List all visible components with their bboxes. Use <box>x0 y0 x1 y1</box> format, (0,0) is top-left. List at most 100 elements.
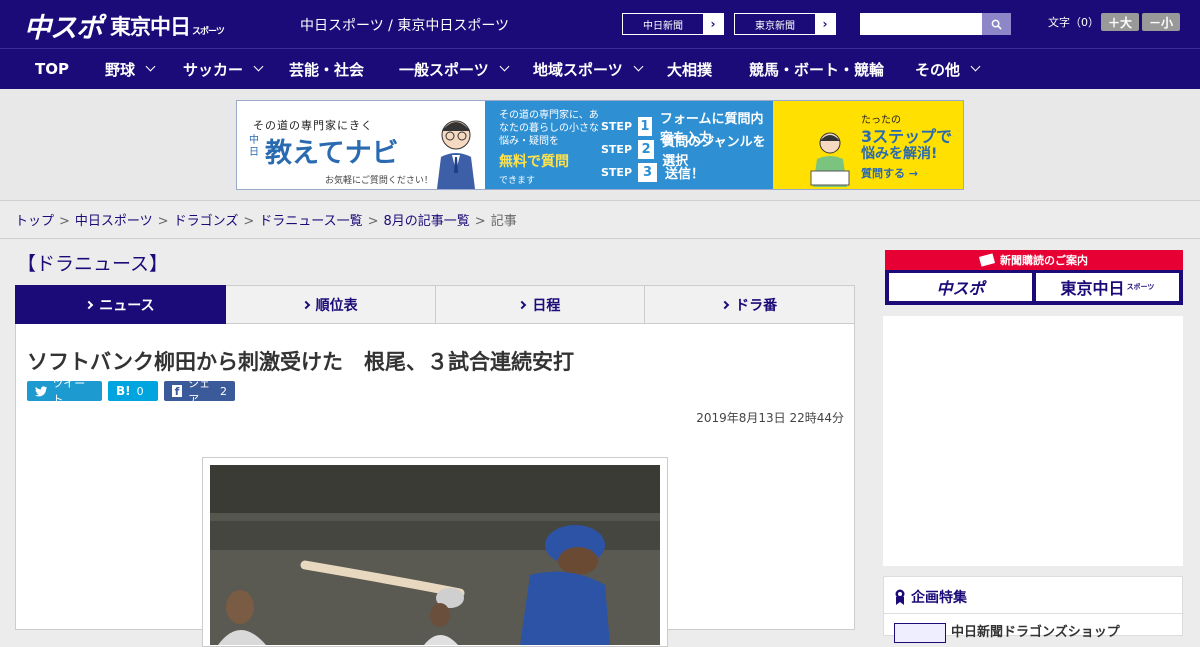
ad-free-label: 無料で質問 <box>499 154 569 170</box>
subscription-header: 新聞購読のご案内 <box>885 250 1183 270</box>
step-number: 1 <box>638 117 652 136</box>
ad-ask-button[interactable]: 質問する → <box>861 165 918 181</box>
ad-chunichi-mark: 中日 <box>249 135 259 158</box>
nav-item-other[interactable]: その他 <box>915 49 981 89</box>
chunichi-shimbun-label: 中日新聞 <box>643 20 683 32</box>
chuspo-logo[interactable]: 中スポ <box>24 6 103 45</box>
nav-label: その他 <box>915 60 961 79</box>
dragons-shop-link[interactable]: 中日新聞ドラゴンズショップ <box>951 621 1120 640</box>
tab-dora-ban[interactable]: ドラ番 <box>645 285 855 324</box>
facebook-icon: f <box>172 385 183 398</box>
tokyo-logo-small: スポーツ <box>192 27 225 37</box>
chevron-right-icon: › <box>703 14 723 34</box>
article-date: 2019年8月13日 22時44分 <box>696 411 844 425</box>
nav-item-top[interactable]: TOP <box>35 49 69 89</box>
nav-item-general-sports[interactable]: 一般スポーツ <box>399 49 510 89</box>
tokyo-shimbun-label: 東京新聞 <box>755 20 795 32</box>
search-button[interactable] <box>982 13 1011 35</box>
feature-box: 企画特集 中日新聞ドラゴンズショップ <box>883 576 1184 643</box>
chuspo-subscribe-link[interactable]: 中スポ <box>889 273 1032 301</box>
breadcrumb-link-dragons[interactable]: ドラゴンズ <box>174 214 239 229</box>
subscription-logos: 中スポ 東京中日 スポーツ <box>889 273 1179 301</box>
feature-heading-label: 企画特集 <box>911 590 967 606</box>
ribbon-icon <box>895 589 905 605</box>
tab-schedule[interactable]: 日程 <box>435 285 646 324</box>
ad-note: お気軽にご質問ください！ <box>325 176 433 186</box>
breadcrumb-separator: > <box>367 214 379 229</box>
nav-label: 地域スポーツ <box>533 60 623 79</box>
nav-label: 競馬・ボート・競輪 <box>749 60 885 79</box>
chevron-right-icon <box>301 300 310 309</box>
breadcrumb-link-top[interactable]: トップ <box>15 214 54 229</box>
tab-label: 日程 <box>532 297 561 314</box>
ad-right-mid: 悩みを解消! <box>861 146 938 162</box>
nav-label: サッカー <box>183 60 244 79</box>
tab-standings[interactable]: 順位表 <box>225 285 436 324</box>
step-number: 2 <box>638 140 655 159</box>
subscription-title: 新聞購読のご案内 <box>1000 254 1088 267</box>
chevron-right-icon: › <box>815 14 835 34</box>
banner-ad-area: その道の専門家にきく 中日 教えてナビ お気軽にご質問ください！ その道の専門家… <box>0 89 1200 201</box>
breadcrumb-separator: > <box>474 214 486 229</box>
nav-item-local-sports[interactable]: 地域スポーツ <box>533 49 644 89</box>
main-nav: TOP 野球 サッカー 芸能・社会 一般スポーツ 地域スポーツ 大相撲 競馬・ボ… <box>0 48 1200 89</box>
newspaper-subscription-box[interactable]: 新聞購読のご案内 中スポ 東京中日 スポーツ <box>885 250 1183 305</box>
nav-label: 大相撲 <box>667 60 713 79</box>
article-header: ソフトバンク柳田から刺激受けた 根尾、３試合連続安打 ツイート B! 0 f シェ… <box>15 324 855 438</box>
tokyo-shimbun-link[interactable]: 東京新聞 › <box>734 13 836 35</box>
breadcrumb-link-august[interactable]: 8月の記事一覧 <box>384 214 470 229</box>
facebook-count: 2 <box>220 384 227 398</box>
breadcrumb-link-dora-news[interactable]: ドラニュース一覧 <box>259 214 362 229</box>
step-label: STEP <box>601 166 633 179</box>
nav-label: 野球 <box>105 60 136 79</box>
chevron-right-icon <box>720 300 730 309</box>
feature-heading: 企画特集 <box>894 587 967 607</box>
sidebar-ad-slot[interactable] <box>883 316 1183 566</box>
nav-label: TOP <box>35 60 69 78</box>
nav-item-sumo[interactable]: 大相撲 <box>667 49 712 89</box>
article-photo[interactable] <box>210 465 660 645</box>
site-tagline: 中日スポーツ / 東京中日スポーツ <box>300 18 510 34</box>
step-text: 送信！ <box>665 167 705 182</box>
ad-right-panel: たったの 3ステップで 悩みを解消! 質問する → <box>773 101 963 189</box>
ad-steps: STEP 1 フォームに質問内容を入力 STEP 2 質問のジャンルを選択 STEP 3 送… <box>601 112 773 184</box>
nav-item-baseball[interactable]: 野球 <box>105 49 156 89</box>
breadcrumb-link-chunichi-sports[interactable]: 中日スポーツ <box>75 214 153 229</box>
nav-item-keiba[interactable]: 競馬・ボート・競輪 <box>749 49 884 89</box>
breadcrumb-separator: > <box>59 214 70 229</box>
article-photo-area <box>15 437 855 647</box>
nav-item-soccer[interactable]: サッカー <box>183 49 264 89</box>
tab-label: 順位表 <box>315 297 358 314</box>
newspaper-icon <box>978 253 996 267</box>
chunichi-shimbun-link[interactable]: 中日新聞 › <box>622 13 724 35</box>
tab-news[interactable]: ニュース <box>15 285 226 331</box>
facebook-share-button[interactable]: f シェア 2 <box>164 377 235 406</box>
tokyo-chunichi-subscribe-link[interactable]: 東京中日 スポーツ <box>1036 273 1179 301</box>
search-input[interactable] <box>860 13 982 35</box>
tokyo-chunichi-logo[interactable]: 東京中日 スポーツ <box>110 11 225 41</box>
chevron-right-icon <box>84 300 94 309</box>
breadcrumb-separator: > <box>157 214 169 229</box>
article-headline: ソフトバンク柳田から刺激受けた 根尾、３試合連続安打 <box>27 350 575 374</box>
step-label: STEP <box>601 120 633 133</box>
dragons-shop-thumbnail[interactable] <box>894 623 946 643</box>
tweet-button[interactable]: ツイート <box>27 377 102 406</box>
person-with-laptop-icon <box>810 132 850 187</box>
search-icon <box>991 19 1002 30</box>
breadcrumb-separator: > <box>243 214 255 229</box>
oshiete-navi-banner[interactable]: その道の専門家にきく 中日 教えてナビ お気軽にご質問ください！ その道の専門家… <box>236 100 964 190</box>
ad-step-row: STEP 2 質問のジャンルを選択 <box>601 135 773 169</box>
advisor-illustration-icon <box>437 120 475 189</box>
nav-item-entertainment[interactable]: 芸能・社会 <box>289 49 364 89</box>
ad-can-label: できます <box>499 176 536 186</box>
font-larger-button[interactable]: ＋大 <box>1101 13 1139 31</box>
font-smaller-button[interactable]: －小 <box>1142 13 1180 31</box>
tab-label: ドラ番 <box>735 297 778 314</box>
chevron-right-icon <box>518 300 527 309</box>
chevron-down-icon <box>633 61 644 72</box>
tokyo-logo-text: 東京中日 <box>110 15 191 39</box>
twitter-icon <box>35 385 48 396</box>
step-number: 3 <box>638 163 658 182</box>
hatena-icon: B! <box>116 384 131 398</box>
hatena-bookmark-button[interactable]: B! 0 <box>108 381 158 401</box>
